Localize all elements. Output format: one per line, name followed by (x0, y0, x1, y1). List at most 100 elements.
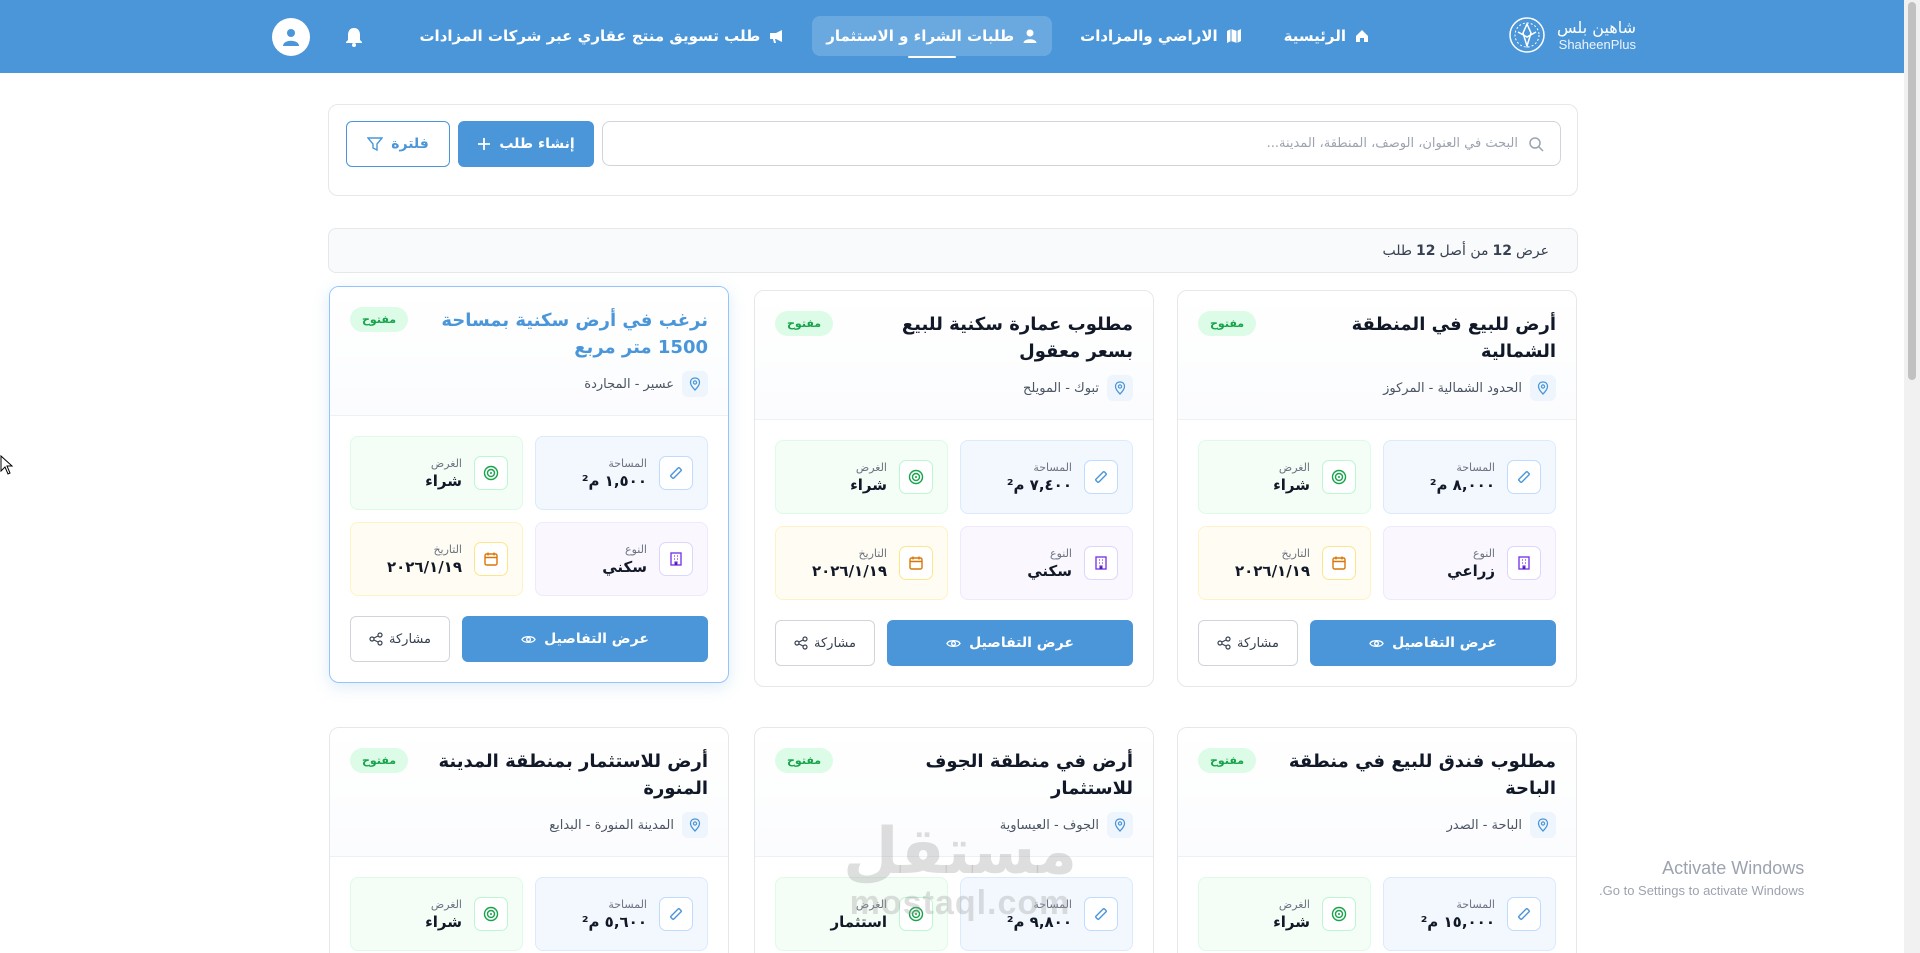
nav-item-purchase-requests[interactable]: طلبات الشراء و الاستثمار (812, 16, 1053, 56)
megaphone-icon (770, 30, 783, 43)
share-button[interactable]: مشاركة (350, 616, 450, 662)
building-icon (670, 552, 682, 566)
stat-label: المساحة (1456, 897, 1495, 911)
create-request-button[interactable]: إنشاء طلب (458, 121, 594, 167)
card-stats: المساحة ٧,٤٠٠ م² الغرض شراء النوع سكني التا… (755, 420, 1153, 620)
card-stats: المساحة ٥,٦٠٠ م² الغرض شراء (330, 857, 728, 953)
ruler-icon (1095, 908, 1107, 920)
stat-area: المساحة ١٥,٠٠٠ م² (1383, 877, 1556, 951)
brand-name-ar: شاهين بلس (1557, 17, 1636, 37)
filter-button[interactable]: فلترة (346, 121, 450, 167)
request-card[interactable]: مفتوح أرض للبيع في المنطقة الشمالية الحد… (1177, 290, 1577, 687)
card-location: الباحة - الصدر (1198, 812, 1556, 838)
mostaql-watermark-ar: مستقل (843, 815, 1078, 889)
nav-item-lands[interactable]: الاراضي والمزادات (1066, 16, 1256, 56)
calendar-icon (909, 556, 923, 570)
calendar-icon (1332, 556, 1346, 570)
stat-label: الغرض (855, 460, 887, 474)
request-card[interactable]: مفتوح مطلوب فندق للبيع في منطقة الباحة ا… (1177, 727, 1577, 953)
card-stats: المساحة ٨,٠٠٠ م² الغرض شراء النوع زراعي الت… (1178, 420, 1576, 620)
card-header: مفتوح مطلوب عمارة سكنية للبيع بسعر معقول… (755, 291, 1153, 420)
nav-label: الرئيسية (1283, 27, 1346, 45)
ruler-icon (1518, 908, 1530, 920)
falcon-logo-icon (1509, 17, 1545, 53)
stat-value: شراء (1273, 475, 1310, 494)
share-button[interactable]: مشاركة (1198, 620, 1298, 666)
count-prefix: عرض (1515, 242, 1549, 259)
share-icon (794, 636, 808, 650)
stat-label: الغرض (430, 897, 462, 911)
search-box[interactable] (602, 121, 1561, 166)
card-stats: المساحة ١٥,٠٠٠ م² الغرض شراء (1178, 857, 1576, 953)
activate-title: Activate Windows (1662, 858, 1805, 878)
card-location: الحدود الشمالية - المركوز (1198, 375, 1556, 401)
search-input[interactable] (603, 122, 1528, 165)
plus-icon (478, 138, 491, 150)
brand-logo[interactable]: شاهين بلس ShaheenPlus (1507, 15, 1636, 55)
stat-label: التاريخ (858, 546, 887, 560)
view-details-button[interactable]: عرض التفاصيل (462, 616, 708, 662)
eye-icon (1369, 639, 1384, 647)
stat-value: ١,٥٠٠ م² (581, 471, 647, 490)
share-icon (1217, 636, 1231, 650)
building-icon (1095, 556, 1107, 570)
eye-icon (946, 639, 961, 647)
stat-value: ٧,٤٠٠ م² (1006, 475, 1072, 494)
location-text: تبوك - المويلح (1022, 380, 1099, 396)
target-icon (908, 469, 924, 485)
card-stats: المساحة ١,٥٠٠ م² الغرض شراء النوع سكني التا… (330, 416, 728, 616)
request-card[interactable]: مفتوح مطلوب عمارة سكنية للبيع بسعر معقول… (754, 290, 1154, 687)
stat-label: المساحة (608, 897, 647, 911)
mouse-cursor-icon (0, 455, 14, 475)
nav-label: الاراضي والمزادات (1080, 27, 1218, 45)
stat-value: ١٥,٠٠٠ م² (1420, 912, 1495, 931)
stat-date: التاريخ ٢٠٢٦/١/١٩ (775, 526, 948, 600)
stat-value: زراعي (1447, 561, 1495, 580)
request-card[interactable]: مفتوح أرض للاستثمار بمنطقة المدينة المنو… (329, 727, 729, 953)
status-badge: مفتوح (775, 748, 834, 773)
request-card[interactable]: مفتوح نرغب في أرض سكنية بمساحة 1500 متر … (329, 286, 729, 683)
location-pin-icon (682, 371, 708, 397)
nav-label: طلبات الشراء و الاستثمار (826, 27, 1015, 45)
view-details-label: عرض التفاصيل (1392, 635, 1497, 651)
location-pin-icon (682, 812, 708, 838)
scrollbar-thumb[interactable] (1908, 2, 1916, 380)
page-scrollbar[interactable] (1904, 0, 1920, 953)
stat-purpose: الغرض شراء (1198, 440, 1371, 514)
user-avatar[interactable] (272, 18, 310, 56)
stat-value: شراء (425, 471, 462, 490)
search-icon (1529, 136, 1544, 152)
card-actions: عرض التفاصيل مشاركة (1178, 620, 1576, 686)
status-badge: مفتوح (1198, 311, 1257, 336)
filter-icon (367, 137, 384, 152)
main-nav: الرئيسية الاراضي والمزادات طلبات الشراء … (405, 16, 1384, 56)
stat-label: الغرض (430, 456, 462, 470)
view-details-button[interactable]: عرض التفاصيل (887, 620, 1133, 666)
card-header: مفتوح أرض للاستثمار بمنطقة المدينة المنو… (330, 728, 728, 857)
create-request-label: إنشاء طلب (499, 136, 575, 152)
count-total: 12 (1416, 242, 1436, 259)
ruler-icon (670, 908, 682, 920)
nav-item-home[interactable]: الرئيسية (1270, 16, 1384, 56)
ruler-icon (1518, 471, 1530, 483)
stat-label: النوع (1050, 546, 1072, 560)
stat-area: المساحة ١,٥٠٠ م² (535, 436, 708, 510)
share-button[interactable]: مشاركة (775, 620, 875, 666)
brand-name-en: ShaheenPlus (1558, 36, 1636, 52)
view-details-button[interactable]: عرض التفاصيل (1310, 620, 1556, 666)
share-label: مشاركة (389, 631, 431, 647)
stat-type: النوع سكني (535, 522, 708, 596)
eye-icon (521, 635, 536, 643)
location-text: الحدود الشمالية - المركوز (1383, 380, 1522, 396)
bell-icon[interactable] (343, 26, 365, 48)
stat-purpose: الغرض شراء (350, 877, 523, 951)
search-toolbar: إنشاء طلب فلترة (328, 104, 1578, 196)
stat-area: المساحة ٥,٦٠٠ م² (535, 877, 708, 951)
user-icon (1023, 29, 1037, 43)
stat-value: ٢٠٢٦/١/١٩ (811, 561, 887, 580)
share-label: مشاركة (1237, 635, 1279, 651)
nav-item-marketing-request[interactable]: طلب تسويق منتج عقاري عبر شركات المزادات (405, 16, 798, 56)
location-pin-icon (1107, 812, 1133, 838)
card-location: تبوك - المويلح (775, 375, 1133, 401)
stat-value: سكني (602, 557, 647, 576)
